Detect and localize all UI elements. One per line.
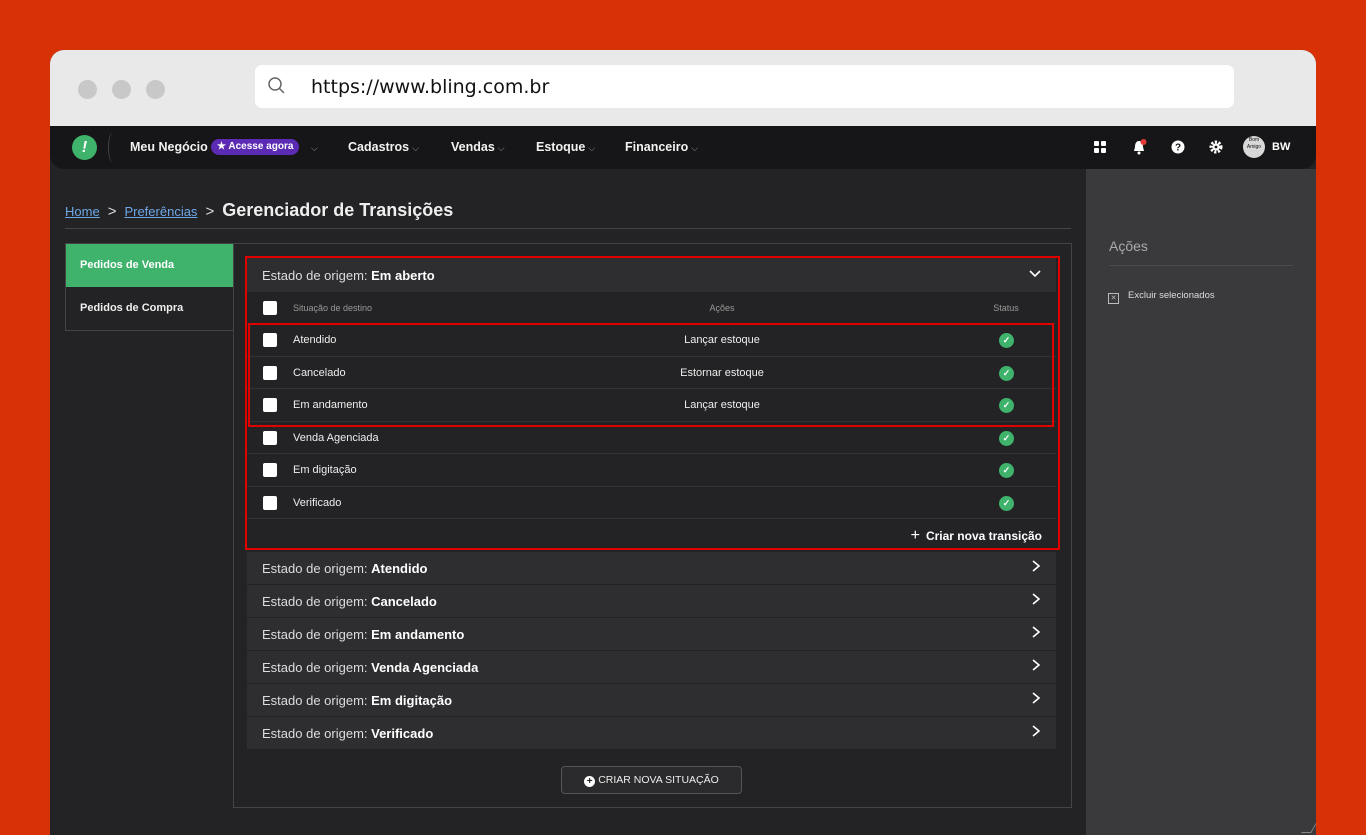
chevron-right-icon [1032,593,1041,605]
highlight-box-inner [248,323,1054,427]
actions-title: Ações [1109,238,1148,254]
accordion-prefix: Estado de origem: [262,693,372,708]
chevron-down-icon: ⌵ [497,143,505,153]
accordion-state: Cancelado [371,594,437,609]
actions-panel: Ações ✕ Excluir selecionados [1086,169,1316,835]
chevron-right-icon [1032,692,1041,704]
accordion-state: Em andamento [371,627,465,642]
chevron-right-icon [1032,626,1041,638]
apps-icon[interactable] [1092,139,1108,155]
breadcrumb: Home > Preferências > Gerenciador de Transiç… [65,200,453,221]
page-title: Gerenciador de Transições [222,200,454,220]
create-situation-button[interactable]: + CRIAR NOVA SITUAÇÃO [561,766,742,794]
top-navigation: ! Meu Negócio ★ Acesse agora ⌵ Cadastros… [50,126,1316,169]
delete-selected-action[interactable]: ✕ Excluir selecionados [1108,290,1215,304]
accordion-prefix: Estado de origem: [262,660,372,675]
actions-divider [1109,265,1293,266]
accordion-prefix: Estado de origem: [262,594,372,609]
accordion-verificado[interactable]: Estado de origem: Verificado [247,717,1056,750]
nav-cadastros[interactable]: Cadastros ⌵ [348,140,419,154]
window-close-dot[interactable] [78,80,97,99]
breadcrumb-home[interactable]: Home [65,204,100,219]
delete-selected-label: Excluir selecionados [1128,290,1215,301]
nav-estoque-label: Estoque [536,140,586,154]
user-initials[interactable]: BW [1272,141,1290,153]
accordion-cancelado[interactable]: Estado de origem: Cancelado [247,585,1056,618]
accordion-em-digitacao[interactable]: Estado de origem: Em digitação [247,684,1056,717]
breadcrumb-divider [65,228,1071,229]
avatar[interactable]: Bom Amigo [1243,136,1265,158]
accordion-state: Venda Agenciada [371,660,479,675]
accordion-label: Estado de origem: Em andamento [262,627,464,642]
accordion-prefix: Estado de origem: [262,627,372,642]
tab-pedidos-de-venda[interactable]: Pedidos de Venda [66,244,233,287]
url-text: https://www.bling.com.br [311,76,550,98]
chevron-right-icon [1032,659,1041,671]
nav-meu-negocio[interactable]: Meu Negócio [130,140,208,154]
nav-estoque[interactable]: Estoque ⌵ [536,140,595,154]
resize-handle[interactable] [1301,823,1316,833]
chevron-down-icon: ⌵ [311,143,318,153]
side-tabs: Pedidos de Venda Pedidos de Compra [65,243,234,331]
accordion-label: Estado de origem: Atendido [262,561,427,576]
tab-pedidos-de-compra[interactable]: Pedidos de Compra [66,287,233,330]
chevron-down-icon: ⌵ [691,143,699,153]
create-situation-label: CRIAR NOVA SITUAÇÃO [598,774,719,786]
window-maximize-dot[interactable] [146,80,165,99]
plus-circle-icon: + [584,776,596,787]
window-minimize-dot[interactable] [112,80,131,99]
accordion-label: Estado de origem: Em digitação [262,693,452,708]
accordion-prefix: Estado de origem: [262,726,372,741]
help-icon[interactable]: ? [1170,139,1186,155]
acesse-agora-label: Acesse agora [228,141,294,152]
accordion-atendido[interactable]: Estado de origem: Atendido [247,552,1056,585]
accordion-state: Atendido [371,561,428,576]
chevron-down-icon: ⌵ [588,143,596,153]
breadcrumb-preferencias[interactable]: Preferências [124,204,197,219]
nav-financeiro-label: Financeiro [625,140,689,154]
accordion-prefix: Estado de origem: [262,561,372,576]
chevron-down-icon: ⌵ [412,143,419,153]
nav-vendas[interactable]: Vendas ⌵ [451,140,505,154]
url-bar[interactable]: https://www.bling.com.br [255,65,1234,108]
svg-text:?: ? [1175,143,1181,154]
accordion-label: Estado de origem: Verificado [262,726,433,741]
chevron-right-icon [1032,725,1041,737]
bell-icon[interactable] [1131,139,1147,155]
logo-divider [108,132,118,163]
nav-vendas-label: Vendas [451,140,495,154]
breadcrumb-separator: > [107,203,117,220]
accordion-label: Estado de origem: Venda Agenciada [262,660,478,675]
nav-cadastros-label: Cadastros [348,140,410,154]
accordion-state: Verificado [371,726,434,741]
chevron-right-icon [1032,560,1041,572]
breadcrumb-separator: > [205,203,215,220]
search-icon [268,77,285,94]
browser-chrome: https://www.bling.com.br [50,50,1316,126]
gear-icon[interactable] [1208,139,1224,155]
nav-meu-negocio-chevron[interactable]: ⌵ [308,140,318,154]
delete-icon: ✕ [1108,293,1119,304]
accordion-label: Estado de origem: Cancelado [262,594,437,609]
acesse-agora-badge[interactable]: ★ Acesse agora [211,139,300,155]
bling-logo[interactable]: ! [72,135,97,160]
accordion-state: Em digitação [371,693,453,708]
accordion-venda-agenciada[interactable]: Estado de origem: Venda Agenciada [247,651,1056,684]
accordion-em-andamento[interactable]: Estado de origem: Em andamento [247,618,1056,651]
nav-financeiro[interactable]: Financeiro ⌵ [625,140,698,154]
browser-window: https://www.bling.com.br ! Meu Negócio ★… [50,50,1316,835]
nav-meu-negocio-label: Meu Negócio [130,140,208,154]
